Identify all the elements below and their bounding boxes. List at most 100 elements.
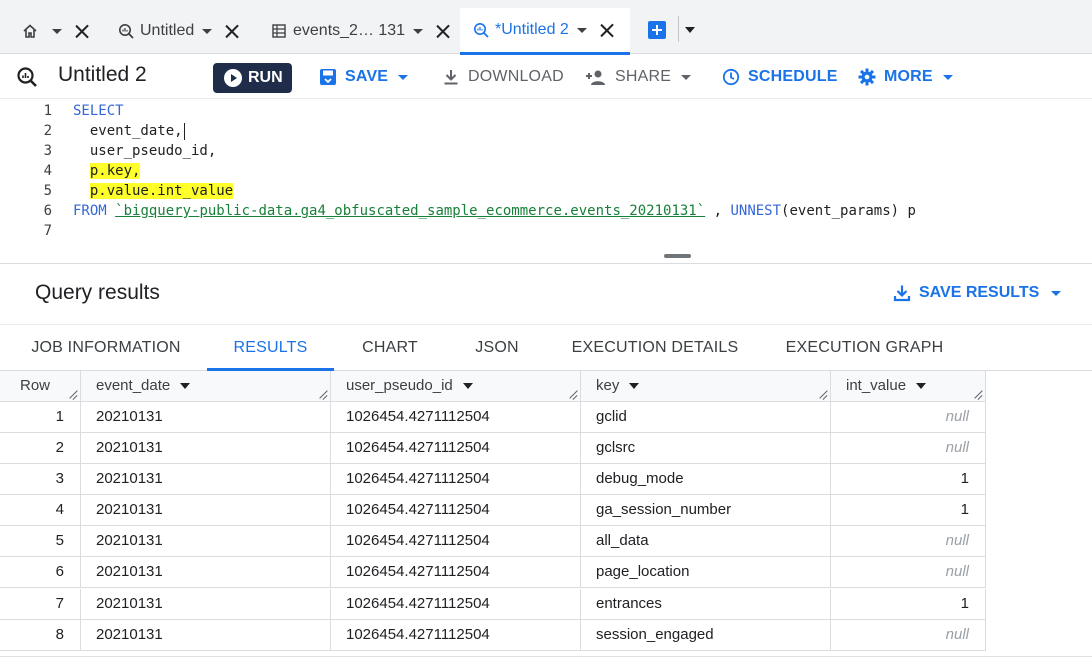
cell-key[interactable]: all_data [581, 526, 831, 557]
column-header-user-pseudo-id[interactable]: user_pseudo_id [331, 371, 581, 402]
table-row: 5 20210131 1026454.4271112504 all_data null [0, 526, 986, 557]
cell-user-pseudo-id[interactable]: 1026454.4271112504 [331, 433, 581, 464]
column-header-event-date[interactable]: event_date [81, 371, 331, 402]
chevron-down-icon [681, 74, 692, 80]
more-button[interactable]: MORE [858, 66, 953, 88]
save-button[interactable]: SAVE [319, 66, 409, 88]
add-tab-icon[interactable] [648, 21, 666, 39]
column-header-int-value[interactable]: int_value [831, 371, 986, 402]
chevron-down-icon [398, 74, 409, 80]
close-icon[interactable] [224, 23, 240, 39]
schedule-label: SCHEDULE [748, 68, 838, 85]
cell-int-value[interactable]: null [831, 557, 986, 588]
resize-handle-icon[interactable] [318, 390, 327, 399]
tab-execution-details[interactable]: EXECUTION DETAILS [560, 325, 750, 371]
cell-key[interactable]: session_engaged [581, 620, 831, 651]
cell-key[interactable]: debug_mode [581, 464, 831, 495]
resize-handle-icon[interactable] [818, 390, 827, 399]
tab-results[interactable]: RESULTS [207, 325, 334, 371]
close-icon[interactable] [435, 23, 451, 39]
close-icon[interactable] [599, 22, 615, 38]
download-button[interactable]: DOWNLOAD [442, 66, 564, 88]
tab-job-information[interactable]: JOB INFORMATION [20, 325, 192, 371]
cell-user-pseudo-id[interactable]: 1026454.4271112504 [331, 464, 581, 495]
resize-handle-icon[interactable] [68, 390, 77, 399]
cell-int-value[interactable]: null [831, 433, 986, 464]
chevron-down-icon[interactable] [52, 28, 62, 34]
cell-row-number[interactable]: 8 [5, 620, 81, 651]
resize-handle-icon[interactable] [973, 390, 982, 399]
cell-user-pseudo-id[interactable]: 1026454.4271112504 [331, 402, 581, 433]
chevron-down-icon[interactable] [202, 28, 213, 34]
table-row: 3 20210131 1026454.4271112504 debug_mode 1 [0, 464, 986, 495]
sql-editor[interactable]: 1 SELECT 2 event_date, 3 user_pseudo_id,… [0, 100, 1092, 256]
cell-int-value[interactable]: 1 [831, 495, 986, 526]
cell-user-pseudo-id[interactable]: 1026454.4271112504 [331, 620, 581, 651]
resize-handle-icon[interactable] [568, 390, 577, 399]
cell-row-number[interactable]: 5 [5, 526, 81, 557]
table-row: 4 20210131 1026454.4271112504 ga_session_nu… [0, 495, 986, 526]
cell-user-pseudo-id[interactable]: 1026454.4271112504 [331, 495, 581, 526]
chevron-down-icon[interactable] [685, 27, 695, 33]
column-header-key[interactable]: key [581, 371, 831, 402]
cell-user-pseudo-id[interactable]: 1026454.4271112504 [331, 526, 581, 557]
table-row: 1 20210131 1026454.4271112504 gclid null [0, 402, 986, 433]
sort-arrow-icon[interactable] [916, 383, 927, 390]
cell-event-date[interactable]: 20210131 [81, 526, 331, 557]
cell-user-pseudo-id[interactable]: 1026454.4271112504 [331, 589, 581, 620]
chevron-down-icon[interactable] [576, 27, 587, 33]
table-reference[interactable]: `bigquery-public-data.ga4_obfuscated_sam… [115, 203, 705, 219]
query-icon [473, 22, 489, 38]
code-text: SELECT [73, 103, 124, 119]
cell-row-number[interactable]: 4 [5, 495, 81, 526]
column-header-row[interactable]: Row [5, 371, 81, 402]
page-title[interactable]: Untitled 2 [58, 63, 147, 87]
code-text: FROM `bigquery-public-data.ga4_obfuscate… [73, 201, 916, 221]
run-button[interactable]: RUN [213, 63, 292, 93]
tab-execution-graph[interactable]: EXECUTION GRAPH [772, 325, 957, 371]
tab-untitled[interactable]: Untitled [118, 8, 240, 54]
cell-int-value[interactable]: null [831, 620, 986, 651]
cell-int-value[interactable]: 1 [831, 589, 986, 620]
sort-arrow-icon[interactable] [629, 383, 640, 390]
close-icon[interactable] [74, 23, 90, 39]
schedule-button[interactable]: SCHEDULE [722, 66, 838, 88]
cell-key[interactable]: gclid [581, 402, 831, 433]
cell-event-date[interactable]: 20210131 [81, 557, 331, 588]
cell-event-date[interactable]: 20210131 [81, 433, 331, 464]
cell-event-date[interactable]: 20210131 [81, 589, 331, 620]
cell-int-value[interactable]: null [831, 526, 986, 557]
line-number: 6 [43, 203, 52, 219]
cell-event-date[interactable]: 20210131 [81, 620, 331, 651]
tab-untitled-2[interactable]: *Untitled 2 [460, 8, 630, 55]
cell-row-number[interactable]: 3 [5, 464, 81, 495]
sort-arrow-icon[interactable] [180, 383, 191, 390]
tab-json[interactable]: JSON [458, 325, 536, 371]
text-cursor [183, 122, 185, 140]
cell-key[interactable]: gclsrc [581, 433, 831, 464]
code-text: p.value.int_value [73, 181, 234, 201]
tab-events-table[interactable]: events_2… 131 [271, 8, 451, 54]
cell-event-date[interactable]: 20210131 [81, 495, 331, 526]
cell-event-date[interactable]: 20210131 [81, 464, 331, 495]
tab-home[interactable] [22, 8, 90, 54]
cell-key[interactable]: entrances [581, 589, 831, 620]
cell-row-number[interactable]: 2 [5, 433, 81, 464]
cell-row-number[interactable]: 6 [5, 557, 81, 588]
cell-event-date[interactable]: 20210131 [81, 402, 331, 433]
download-icon [442, 68, 460, 86]
cell-key[interactable]: page_location [581, 557, 831, 588]
save-results-button[interactable]: SAVE RESULTS [893, 284, 1062, 302]
cell-row-number[interactable]: 7 [5, 589, 81, 620]
drag-handle[interactable] [664, 254, 691, 258]
sort-arrow-icon[interactable] [462, 383, 473, 390]
tab-chart[interactable]: CHART [345, 325, 435, 371]
cell-int-value[interactable]: 1 [831, 464, 986, 495]
chevron-down-icon[interactable] [413, 28, 424, 34]
cell-row-number[interactable]: 1 [5, 402, 81, 433]
cell-key[interactable]: ga_session_number [581, 495, 831, 526]
cell-user-pseudo-id[interactable]: 1026454.4271112504 [331, 557, 581, 588]
code-text: user_pseudo_id, [73, 143, 217, 159]
share-button[interactable]: SHARE [585, 66, 692, 88]
cell-int-value[interactable]: null [831, 402, 986, 433]
